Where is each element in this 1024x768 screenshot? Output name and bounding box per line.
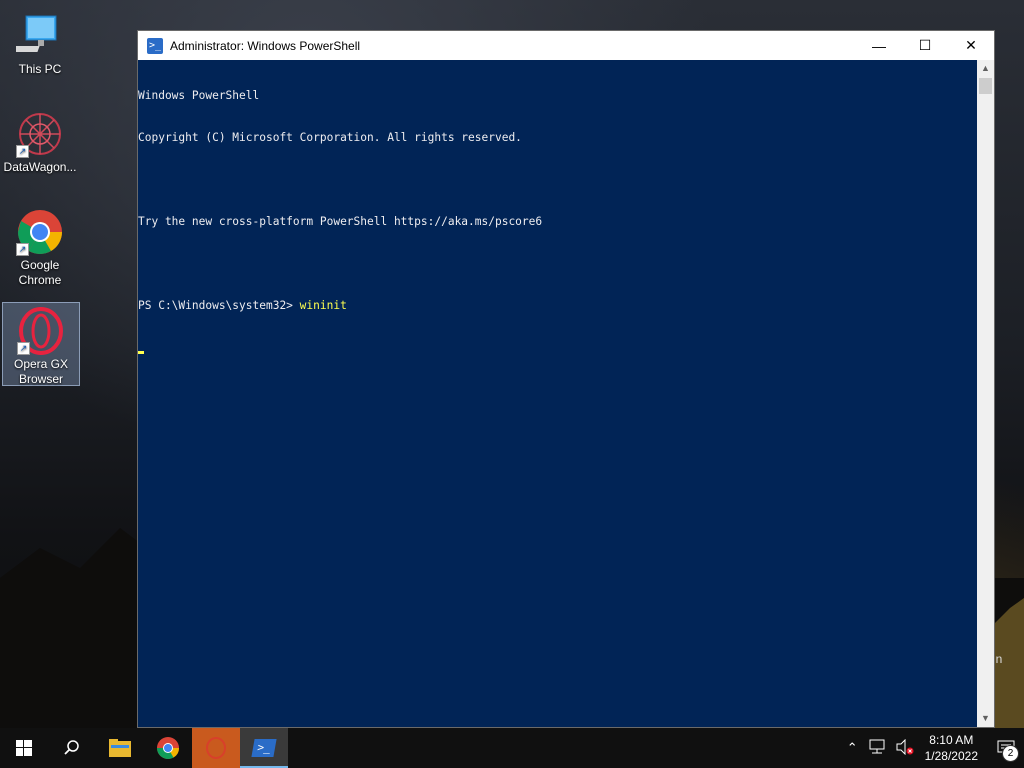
opera-gx-icon — [206, 737, 226, 759]
desktop-icon-label: DataWagon... — [3, 160, 77, 174]
datawagon-icon: ↗ — [16, 110, 64, 158]
maximize-button[interactable]: ☐ — [902, 31, 948, 60]
console-line: Windows PowerShell — [138, 89, 260, 102]
shortcut-arrow-icon: ↗ — [16, 145, 29, 158]
shortcut-arrow-icon: ↗ — [17, 342, 30, 355]
taskbar-file-explorer[interactable] — [96, 728, 144, 768]
start-button[interactable] — [0, 728, 48, 768]
powershell-icon: >_ — [147, 37, 163, 54]
desktop-icon-label: Opera GX Browser — [13, 357, 69, 386]
windows-logo-icon — [16, 740, 32, 756]
powershell-icon: >_ — [251, 739, 277, 757]
taskbar-clock[interactable]: 8:10 AM 1/28/2022 — [925, 732, 978, 764]
desktop-icon-label: Google Chrome — [18, 258, 62, 287]
desktop-icon-label: This PC — [18, 62, 62, 76]
taskbar-powershell[interactable]: >_ — [240, 728, 288, 768]
taskbar: >_ ⌃ 8:10 AM 1/28/2022 2 — [0, 728, 1024, 768]
opera-gx-icon: ↗ — [17, 307, 65, 355]
text-cursor — [138, 351, 144, 354]
clock-time: 8:10 AM — [929, 733, 974, 747]
chevron-up-icon[interactable]: ⌃ — [847, 740, 858, 756]
shortcut-arrow-icon: ↗ — [16, 243, 29, 256]
console-output[interactable]: Windows PowerShell Copyright (C) Microso… — [138, 60, 978, 728]
powershell-window[interactable]: >_ Administrator: Windows PowerShell — ☐… — [137, 30, 995, 728]
clock-date: 1/28/2022 — [924, 749, 978, 763]
search-icon — [64, 740, 79, 755]
console-line: Try the new cross-platform PowerShell ht… — [138, 215, 543, 228]
taskbar-opera-gx[interactable] — [192, 728, 240, 768]
search-button[interactable] — [48, 728, 96, 768]
minimize-button[interactable]: — — [856, 31, 902, 60]
console-prompt-line: PS C:\Windows\system32> wininit — [138, 299, 978, 313]
console-input-line[interactable] — [138, 341, 978, 355]
volume-muted-icon[interactable] — [896, 738, 914, 758]
desktop-icon-google-chrome[interactable]: ↗ Google Chrome — [2, 204, 78, 288]
network-icon[interactable] — [868, 739, 886, 758]
console-line: Copyright (C) Microsoft Corporation. All… — [138, 131, 522, 144]
taskbar-chrome[interactable] — [144, 728, 192, 768]
scroll-up-arrow-icon[interactable]: ▲ — [977, 60, 994, 77]
computer-icon — [7, 12, 64, 60]
chrome-icon — [157, 737, 179, 759]
notification-count-badge: 2 — [1002, 745, 1019, 762]
console-command: wininit — [299, 299, 347, 312]
folder-icon — [109, 739, 131, 757]
scroll-thumb[interactable] — [979, 78, 992, 94]
vertical-scrollbar[interactable]: ▲ ▼ — [977, 60, 994, 727]
system-tray: ⌃ 8:10 AM 1/28/2022 2 — [842, 728, 1024, 768]
desktop-icon-datawagon[interactable]: ↗ DataWagon... — [2, 106, 78, 175]
window-title: Administrator: Windows PowerShell — [170, 38, 361, 53]
window-titlebar[interactable]: >_ Administrator: Windows PowerShell — ☐… — [138, 31, 994, 60]
close-button[interactable]: ✕ — [948, 31, 994, 60]
desktop-icon-opera-gx[interactable]: ↗ Opera GX Browser — [2, 302, 80, 386]
scroll-down-arrow-icon[interactable]: ▼ — [977, 710, 994, 727]
chrome-icon: ↗ — [16, 208, 64, 256]
desktop-icon-this-pc[interactable]: This PC — [2, 8, 78, 77]
console-prompt: PS C:\Windows\system32> — [138, 299, 300, 312]
action-center-button[interactable]: 2 — [988, 728, 1024, 768]
